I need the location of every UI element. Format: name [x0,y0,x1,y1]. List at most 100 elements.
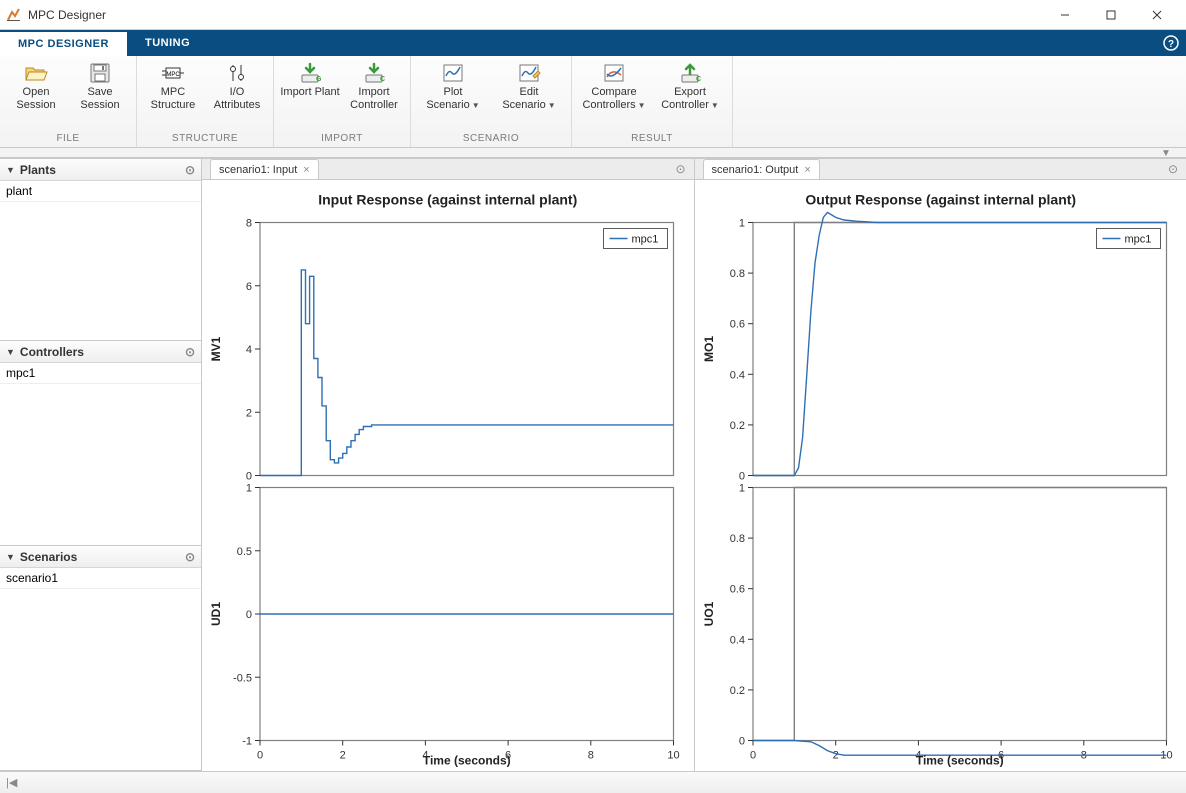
list-item[interactable]: mpc1 [0,363,201,384]
statusbar: |◀ [0,771,1186,793]
panel-controllers: ▼ Controllers ⊙ mpc1 [0,341,201,546]
svg-text:0: 0 [246,609,252,621]
io-sliders-icon [225,62,249,84]
tab-tuning[interactable]: TUNING [127,30,208,56]
close-button[interactable] [1134,0,1180,30]
panel-options-icon[interactable]: ⊙ [185,550,195,564]
minimize-button[interactable] [1042,0,1088,30]
import-plant-button[interactable]: G Import Plant [280,60,340,99]
content-area: scenario1: Input × ⊙ Input Response (aga… [202,159,1186,771]
list-item[interactable]: plant [0,181,201,202]
sidebar: ▼ Plants ⊙ plant ▼ Controllers ⊙ mpc1 ▼ … [0,159,202,771]
save-session-button[interactable]: Save Session [70,60,130,111]
svg-text:0: 0 [257,750,263,762]
panel-header-plants[interactable]: ▼ Plants ⊙ [0,159,201,181]
panel-header-controllers[interactable]: ▼ Controllers ⊙ [0,341,201,363]
svg-text:0.2: 0.2 [729,685,744,697]
triangle-down-icon: ▼ [6,347,15,357]
list-item[interactable]: scenario1 [0,568,201,589]
floppy-icon [88,62,112,84]
help-icon[interactable]: ? [1156,30,1186,56]
tab-mpc-designer[interactable]: MPC DESIGNER [0,30,127,56]
edit-scenario-button[interactable]: Edit Scenario▼ [493,60,565,111]
folder-open-icon [24,62,48,84]
svg-text:0.4: 0.4 [729,369,744,381]
svg-text:0.2: 0.2 [729,420,744,432]
import-controller-button[interactable]: C Import Controller [344,60,404,111]
svg-text:0.8: 0.8 [729,533,744,545]
group-structure: MPC MPC Structure I/O Attributes STRUCTU… [137,56,274,147]
svg-text:mpc1: mpc1 [1124,234,1151,246]
plot-icon [441,62,465,84]
open-session-button[interactable]: Open Session [6,60,66,111]
svg-text:2: 2 [832,750,838,762]
svg-text:1: 1 [738,483,744,495]
plot-scenario-button[interactable]: Plot Scenario▼ [417,60,489,111]
triangle-down-icon: ▼ [6,552,15,562]
doc-tabbar-output: scenario1: Output × ⊙ [695,159,1186,180]
doc-tab-output[interactable]: scenario1: Output × [703,159,820,179]
export-controller-button[interactable]: C Export Controller▼ [654,60,726,111]
svg-text:G: G [316,76,322,83]
pane-options-icon[interactable]: ⊙ [1168,162,1178,176]
svg-text:Output Response (against inter: Output Response (against internal plant) [805,192,1076,208]
chevron-down-icon: ▼ [638,101,646,110]
svg-text:mpc1: mpc1 [632,234,659,246]
panel-options-icon[interactable]: ⊙ [185,163,195,177]
pane-options-icon[interactable]: ⊙ [675,162,685,176]
io-attributes-button[interactable]: I/O Attributes [207,60,267,111]
ribbon-tabstrip: MPC DESIGNER TUNING ? [0,30,1186,56]
panel-header-scenarios[interactable]: ▼ Scenarios ⊙ [0,546,201,568]
doc-tab-input[interactable]: scenario1: Input × [210,159,319,179]
svg-text:0: 0 [738,736,744,748]
svg-text:4: 4 [246,344,252,356]
svg-text:6: 6 [246,281,252,293]
titlebar: MPC Designer [0,0,1186,30]
chevron-down-icon: ▼ [548,101,556,110]
svg-text:?: ? [1168,39,1174,50]
svg-text:0: 0 [738,471,744,483]
svg-text:MO1: MO1 [702,336,716,362]
svg-text:0.6: 0.6 [729,319,744,331]
panel-options-icon[interactable]: ⊙ [185,345,195,359]
chevron-down-icon: ▼ [472,101,480,110]
svg-text:0.5: 0.5 [237,546,252,558]
svg-text:UD1: UD1 [209,602,223,626]
svg-text:UO1: UO1 [702,601,716,626]
maximize-button[interactable] [1088,0,1134,30]
svg-text:1: 1 [738,218,744,230]
export-controller-icon: C [678,62,702,84]
pane-input: scenario1: Input × ⊙ Input Response (aga… [202,159,695,771]
nav-back-icon[interactable]: |◀ [6,776,17,789]
svg-text:8: 8 [246,218,252,230]
svg-text:MV1: MV1 [209,336,223,361]
group-import: G Import Plant C Import Controller IMPOR… [274,56,411,147]
main-area: ▼ Plants ⊙ plant ▼ Controllers ⊙ mpc1 ▼ … [0,158,1186,771]
svg-text:Time (seconds): Time (seconds) [423,754,511,768]
doc-tabbar-input: scenario1: Input × ⊙ [202,159,694,180]
close-icon[interactable]: × [303,164,309,176]
svg-text:10: 10 [667,750,679,762]
svg-text:8: 8 [588,750,594,762]
group-file: Open Session Save Session FILE [0,56,137,147]
svg-text:-0.5: -0.5 [233,672,252,684]
panel-plants: ▼ Plants ⊙ plant [0,159,201,341]
close-icon[interactable]: × [804,164,810,176]
plot-input[interactable]: Input Response (against internal plant) 0… [202,180,694,771]
svg-text:2: 2 [340,750,346,762]
app-icon [6,7,22,23]
import-plant-icon: G [298,62,322,84]
triangle-down-icon: ▼ [6,165,15,175]
collapse-ribbon-icon[interactable]: ▼ [1156,148,1176,157]
mpc-structure-button[interactable]: MPC MPC Structure [143,60,203,111]
plot-output[interactable]: Output Response (against internal plant)… [695,180,1186,771]
group-result: Compare Controllers▼ C Export Controller… [572,56,733,147]
svg-text:0: 0 [749,750,755,762]
svg-text:2: 2 [246,407,252,419]
svg-text:0.4: 0.4 [729,634,744,646]
panel-scenarios: ▼ Scenarios ⊙ scenario1 [0,546,201,771]
group-scenario: Plot Scenario▼ Edit Scenario▼ SCENARIO [411,56,572,147]
compare-controllers-button[interactable]: Compare Controllers▼ [578,60,650,111]
svg-text:C: C [696,76,701,83]
svg-text:Input Response (against intern: Input Response (against internal plant) [318,192,577,208]
